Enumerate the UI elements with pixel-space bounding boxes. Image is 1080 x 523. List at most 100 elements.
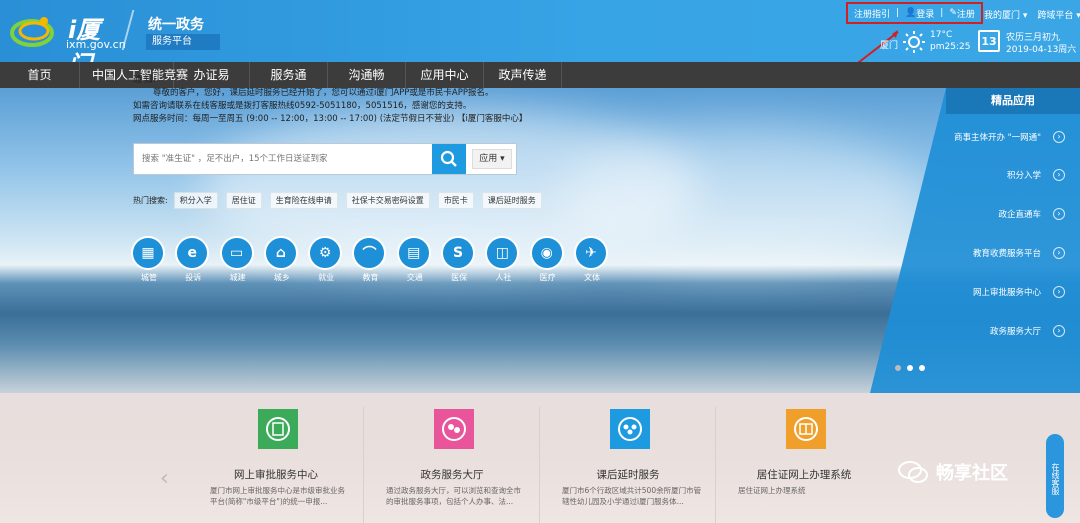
hot-search: 热门搜索: 积分入学 居住证 生育险在线申请 社保卡交易密码设置 市民卡 课后延… [133, 192, 550, 209]
card-desc: 厦门市网上审批服务中心是市级审批业务平台(简称"市级平台")的统一申报... [210, 486, 345, 506]
e-icon: e [175, 236, 210, 270]
login-link[interactable]: 登录 [916, 7, 934, 20]
weather-temp: 17°C [930, 30, 953, 40]
hot-tag[interactable]: 课后延时服务 [481, 192, 542, 209]
service-construction[interactable]: ▭ 城建 [219, 236, 256, 283]
cross-platform-link[interactable]: 跨域平台 ▾ [1037, 8, 1080, 21]
carousel-dot[interactable] [907, 365, 913, 371]
service-urban[interactable]: ▦ 城管 [131, 236, 167, 283]
nav-home[interactable]: 首页 [0, 62, 80, 88]
link-separator: | [940, 8, 944, 18]
service-insurance[interactable]: S 医保 [441, 236, 477, 283]
notice-title: 通 知: [133, 75, 156, 85]
search-icon [440, 150, 457, 167]
arrow-right-icon: › [1053, 169, 1065, 181]
hot-tag[interactable]: 市民卡 [437, 192, 474, 209]
service-housing[interactable]: ⌂ 城乡 [263, 236, 300, 283]
hot-tag[interactable]: 生育险在线申请 [269, 192, 338, 209]
card-after-school[interactable]: 课后延时服务 厦门市6个行政区域共计500余所厦门市管辖性幼儿园及小学通过i厦门… [540, 407, 716, 523]
featured-points-school[interactable]: 积分入学 › [890, 156, 1065, 194]
briefcase-icon: ⚙ [308, 236, 343, 270]
service-icons: ▦ 城管 e 投诉 ▭ 城建 ⌂ 城乡 ⚙ 就业 ⌒ 教育 ▤ 交通 S 医保 ◫ 人社 ◉ 医疗 … [131, 236, 618, 283]
featured-online-approval[interactable]: 网上审批服务中心 › [860, 273, 1065, 311]
my-xiamen-link[interactable]: 我的厦门 ▾ [984, 8, 1027, 21]
notice-line: 网点服务时间：每周一至周五 (9:00 -- 12:00，13:00 -- 17… [133, 114, 528, 124]
carousel-dot[interactable] [895, 365, 901, 371]
featured-business-setup[interactable]: 商事主体开办 "一网通" › [900, 118, 1065, 156]
runner-icon: ✈ [573, 236, 608, 270]
card-icon: ▭ [219, 236, 254, 270]
prev-arrow-icon[interactable]: ‹ [160, 466, 169, 491]
sun-icon [903, 31, 925, 53]
notice-line: 尊敬的客户，您好，课后延时服务已经开始了，您可以通过i厦门APP或是市民卡APP… [153, 88, 494, 98]
watermark-text: 畅享社区 [936, 463, 1008, 484]
featured-gov-enterprise[interactable]: 政企直通车 › [880, 195, 1065, 233]
hot-search-label: 热门搜索: [133, 196, 168, 205]
service-traffic[interactable]: ▤ 交通 [396, 236, 433, 283]
site-logo[interactable]: i厦门 ixm.gov.cn [10, 10, 126, 79]
card-online-approval[interactable]: 网上审批服务中心 厦门市网上审批服务中心是市级审批业务平台(简称"市级平台")的… [188, 407, 364, 523]
search-bar: 应用 ▾ [133, 143, 517, 175]
card-title: 网上审批服务中心 [234, 469, 318, 481]
pencil-icon: ✎ [949, 8, 957, 18]
house-icon: ⌂ [263, 236, 298, 270]
hot-tag[interactable]: 积分入学 [173, 192, 218, 209]
arrow-right-icon: › [1053, 325, 1065, 337]
carousel-dot[interactable] [919, 365, 925, 371]
arrow-right-icon: › [1053, 286, 1065, 298]
top-header: i厦门 ixm.gov.cn 统一政务 服务平台 注册指引 | 👤 登录 | ✎… [0, 0, 1080, 79]
weather-city: 厦门 [880, 41, 899, 51]
service-cards-section: ‹ 网上审批服务中心 厦门市网上审批服务中心是市级审批业务平台(简称"市级平台"… [0, 393, 1080, 523]
link-separator: | [896, 8, 900, 18]
notice-line: 如需咨询请联系在线客服或是拨打客服热线0592-5051180，5051516，… [133, 101, 472, 111]
book-icon [786, 409, 826, 449]
arrow-right-icon: › [1053, 247, 1065, 259]
building-icon: ▦ [131, 236, 165, 270]
header-right-links: 我的厦门 ▾ 跨域平台 ▾ [984, 8, 1080, 21]
search-input[interactable] [134, 144, 432, 174]
carousel-dots [895, 365, 925, 371]
service-employment[interactable]: ⚙ 就业 [308, 236, 344, 283]
card-desc: 居住证网上办理系统 [738, 486, 806, 495]
search-button[interactable] [432, 144, 466, 174]
s-icon: S [441, 236, 476, 270]
solar-date: 2019-04-13周六 [1006, 45, 1077, 55]
register-link[interactable]: 注册 [957, 7, 975, 20]
featured-edu-fee[interactable]: 教育收费服务平台 › [870, 234, 1065, 272]
card-desc: 厦门市6个行政区域共计500余所厦门市管辖性幼儿园及小学通过i厦门服务体... [562, 486, 702, 506]
hot-tag[interactable]: 居住证 [225, 192, 262, 209]
arrow-right-icon: › [1053, 208, 1065, 220]
hot-tag[interactable]: 社保卡交易密码设置 [345, 192, 430, 209]
online-service-button[interactable]: 在线客服 [1046, 434, 1064, 518]
featured-service-hall[interactable]: 政务服务大厅 › [850, 312, 1065, 350]
service-complaint[interactable]: e 投诉 [175, 236, 211, 283]
register-guide-link[interactable]: 注册指引 [854, 7, 890, 20]
card-service-hall[interactable]: 政务服务大厅 通过政务服务大厅，可以浏览和查询全市的审批服务事项，包括个人办事、… [364, 407, 540, 523]
card-desc: 通过政务服务大厅，可以浏览和查询全市的审批服务事项，包括个人办事、法... [386, 486, 521, 506]
people-icon [434, 409, 474, 449]
logo-divider [121, 10, 135, 50]
service-social[interactable]: ◫ 人社 [485, 236, 521, 283]
user-icon: 👤 [905, 8, 917, 18]
slogan-badge: 服务平台 [146, 34, 220, 50]
service-sports[interactable]: ✈ 文体 [573, 236, 610, 283]
service-medical[interactable]: ◉ 医疗 [529, 236, 566, 283]
card-title: 课后延时服务 [596, 469, 660, 481]
search-category-select[interactable]: 应用 ▾ [472, 149, 512, 169]
featured-apps-title: 精品应用 [946, 88, 1080, 114]
arrow-right-icon: › [1053, 131, 1065, 143]
notice-block: 通 知: 尊敬的客户，您好，课后延时服务已经开始了，您可以通过i厦门APP或是市… [133, 74, 613, 126]
wechat-icon [898, 461, 928, 483]
card-residence-permit[interactable]: 居住证网上办理系统 居住证网上办理系统 [716, 407, 892, 523]
service-education[interactable]: ⌒ 教育 [352, 236, 388, 283]
tv-icon: ▤ [396, 236, 431, 270]
weather-pm25: pm25:25 [930, 42, 971, 52]
card-title: 政务服务大厅 [420, 469, 484, 481]
account-links-highlight: 注册指引 | 👤 登录 | ✎ 注册 [846, 2, 983, 24]
document-icon: ◫ [485, 236, 520, 270]
wechat-watermark: 畅享社区 [898, 459, 1008, 485]
logo-url: ixm.gov.cn [66, 38, 126, 51]
slogan: 统一政务 [148, 17, 204, 33]
logo-swirl-icon [10, 17, 54, 47]
group-icon [610, 409, 650, 449]
